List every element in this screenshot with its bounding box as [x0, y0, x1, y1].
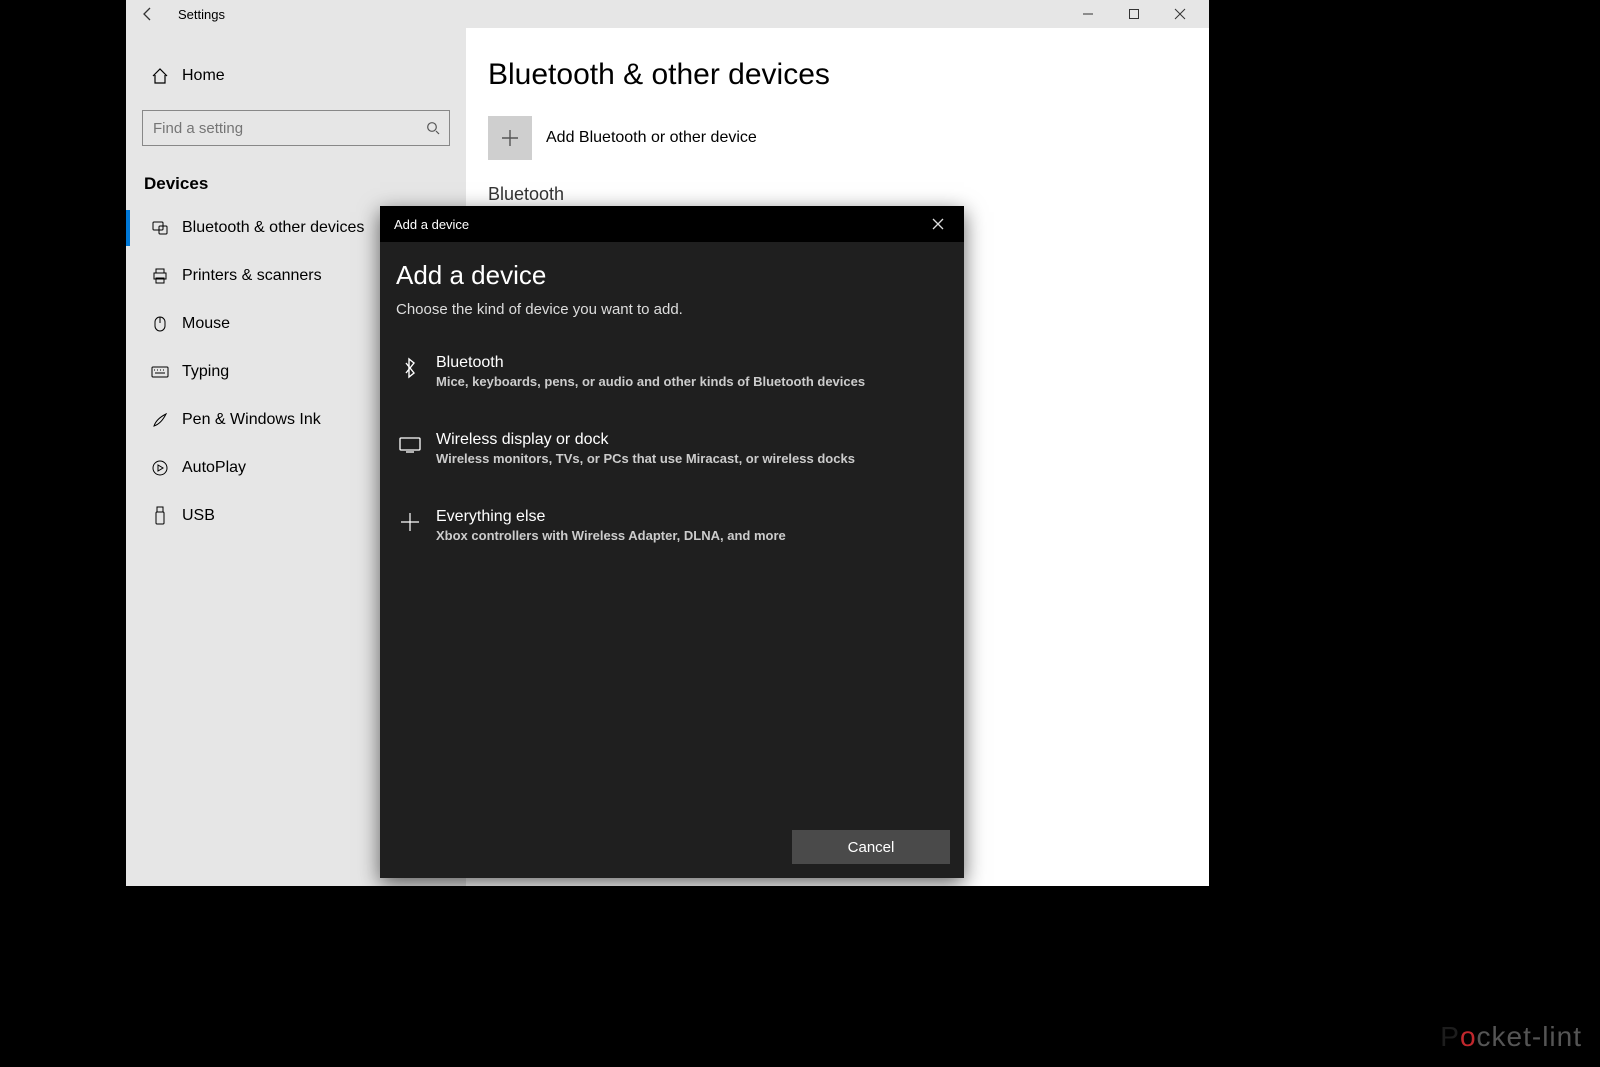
- pen-icon: [146, 411, 174, 429]
- autoplay-icon: [146, 459, 174, 477]
- sidebar-search[interactable]: [142, 110, 450, 146]
- usb-icon: [146, 506, 174, 526]
- dialog-option-bluetooth[interactable]: Bluetooth Mice, keyboards, pens, or audi…: [396, 344, 948, 409]
- watermark-mid: o: [1460, 1021, 1477, 1052]
- sidebar-item-label: Bluetooth & other devices: [182, 219, 364, 237]
- plus-icon: [398, 510, 422, 534]
- window-title: Settings: [178, 7, 225, 22]
- option-text: Wireless display or dock Wireless monito…: [436, 431, 855, 466]
- keyboard-icon: [146, 365, 174, 379]
- bluetooth-icon: [398, 356, 422, 380]
- add-device-label: Add Bluetooth or other device: [546, 129, 757, 147]
- dialog-titlebar: Add a device: [380, 206, 964, 242]
- window-controls: [1065, 0, 1203, 28]
- sidebar-section-title: Devices: [126, 160, 466, 204]
- display-icon: [398, 433, 422, 457]
- add-device-dialog: Add a device Add a device Choose the kin…: [380, 206, 964, 878]
- dialog-subheading: Choose the kind of device you want to ad…: [396, 301, 948, 318]
- option-title: Everything else: [436, 508, 786, 526]
- close-icon: [1174, 8, 1186, 20]
- dialog-footer: Cancel: [380, 820, 964, 878]
- sidebar-item-label: Typing: [182, 363, 229, 381]
- mouse-icon: [146, 315, 174, 333]
- watermark-rest: cket-lint: [1477, 1021, 1582, 1052]
- sidebar-item-label: USB: [182, 507, 215, 525]
- dialog-close-button[interactable]: [922, 208, 954, 240]
- printer-icon: [146, 267, 174, 285]
- cancel-button[interactable]: Cancel: [792, 830, 950, 864]
- back-arrow-icon: [140, 6, 156, 22]
- maximize-button[interactable]: [1111, 0, 1157, 28]
- option-subtitle: Wireless monitors, TVs, or PCs that use …: [436, 451, 855, 466]
- close-window-button[interactable]: [1157, 0, 1203, 28]
- plus-icon: [500, 128, 520, 148]
- bluetooth-section-header: Bluetooth: [488, 184, 1209, 205]
- add-device-row[interactable]: Add Bluetooth or other device: [488, 116, 1209, 160]
- add-device-tile[interactable]: [488, 116, 532, 160]
- option-title: Wireless display or dock: [436, 431, 855, 449]
- page-title: Bluetooth & other devices: [488, 58, 1209, 92]
- dialog-option-everything-else[interactable]: Everything else Xbox controllers with Wi…: [396, 498, 948, 563]
- watermark: Pocket-lint: [1440, 1021, 1582, 1053]
- sidebar-home-label: Home: [182, 67, 225, 85]
- sidebar-item-label: Printers & scanners: [182, 267, 322, 285]
- close-icon: [932, 218, 944, 230]
- watermark-prefix: P: [1440, 1021, 1460, 1052]
- sidebar-home[interactable]: Home: [126, 52, 466, 100]
- sidebar-item-label: AutoPlay: [182, 459, 246, 477]
- option-text: Bluetooth Mice, keyboards, pens, or audi…: [436, 354, 865, 389]
- home-icon: [146, 67, 174, 85]
- devices-icon: [146, 219, 174, 237]
- option-subtitle: Xbox controllers with Wireless Adapter, …: [436, 528, 786, 543]
- search-icon: [423, 118, 443, 138]
- sidebar-item-label: Pen & Windows Ink: [182, 411, 321, 429]
- maximize-icon: [1128, 8, 1140, 20]
- back-button[interactable]: [132, 0, 164, 28]
- search-input[interactable]: [153, 120, 423, 137]
- cancel-button-label: Cancel: [848, 839, 895, 856]
- titlebar: Settings: [126, 0, 1209, 28]
- dialog-heading: Add a device: [396, 260, 948, 291]
- minimize-icon: [1082, 8, 1094, 20]
- dialog-window-title: Add a device: [394, 217, 469, 232]
- option-subtitle: Mice, keyboards, pens, or audio and othe…: [436, 374, 865, 389]
- minimize-button[interactable]: [1065, 0, 1111, 28]
- dialog-option-wireless-display[interactable]: Wireless display or dock Wireless monito…: [396, 421, 948, 486]
- sidebar-item-label: Mouse: [182, 315, 230, 333]
- option-text: Everything else Xbox controllers with Wi…: [436, 508, 786, 543]
- option-title: Bluetooth: [436, 354, 865, 372]
- dialog-body: Add a device Choose the kind of device y…: [380, 242, 964, 820]
